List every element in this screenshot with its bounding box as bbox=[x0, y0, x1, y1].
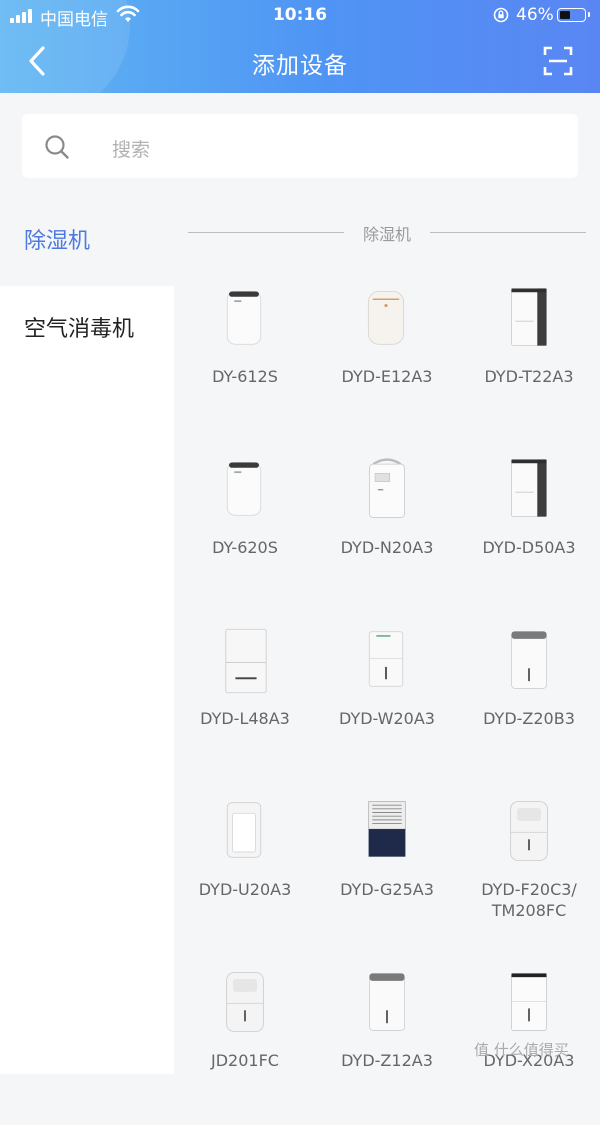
device-model-label: DYD-N20A3 bbox=[340, 538, 434, 557]
device-item[interactable]: JD201FC bbox=[174, 954, 316, 1125]
device-image bbox=[364, 968, 410, 1040]
watermark-logo: 值 什么值得买 bbox=[474, 1041, 569, 1059]
rotation-lock-icon bbox=[493, 7, 509, 23]
device-model-label: DY-612S bbox=[212, 367, 278, 386]
device-image bbox=[506, 455, 552, 527]
section-title: 除湿机 bbox=[362, 225, 411, 244]
battery-percent: 46% bbox=[516, 5, 554, 25]
device-model-label: DYD-U20A3 bbox=[198, 880, 292, 899]
section-header: 除湿机 bbox=[188, 218, 586, 246]
device-item[interactable]: DYD-Z20B3 bbox=[458, 612, 600, 783]
device-model-label: DY-620S bbox=[212, 538, 278, 557]
device-model-label: JD201FC bbox=[211, 1051, 279, 1070]
device-model-label: DYD-D50A3 bbox=[482, 538, 576, 557]
device-model-label: DYD-Z12A3 bbox=[341, 1051, 433, 1070]
device-image bbox=[364, 455, 410, 527]
device-image bbox=[364, 626, 408, 696]
device-model-label: DYD-T22A3 bbox=[484, 367, 574, 386]
clock: 10:16 bbox=[272, 5, 328, 25]
device-image bbox=[222, 455, 266, 525]
device-model-label: DYD-W20A3 bbox=[339, 709, 435, 728]
device-model-label: DYD-Z20B3 bbox=[483, 709, 575, 728]
search-icon bbox=[45, 135, 69, 159]
device-image bbox=[506, 626, 552, 698]
status-bar: 中国电信 10:16 46% bbox=[0, 0, 600, 30]
device-image bbox=[364, 797, 410, 867]
device-item[interactable]: DYD-N20A3 bbox=[316, 441, 458, 612]
device-image bbox=[506, 284, 552, 356]
device-model-label: DYD-G25A3 bbox=[340, 880, 434, 899]
sidebar-item-dehumidifier[interactable]: 除湿机 bbox=[0, 198, 174, 286]
device-image bbox=[506, 797, 552, 869]
device-image bbox=[222, 626, 270, 700]
header-bar: 中国电信 10:16 46% 添加设备 bbox=[0, 0, 600, 93]
sidebar-item-air-sterilizer[interactable]: 空气消毒机 bbox=[0, 286, 174, 374]
category-sidebar: 除湿机 空气消毒机 bbox=[0, 198, 174, 1074]
device-item[interactable]: DYD-L48A3 bbox=[174, 612, 316, 783]
device-image bbox=[222, 284, 266, 354]
device-image bbox=[222, 797, 266, 867]
scan-icon[interactable] bbox=[543, 46, 573, 76]
device-image bbox=[222, 968, 268, 1040]
device-item[interactable]: DYD-U20A3 bbox=[174, 783, 316, 954]
device-item[interactable]: DY-620S bbox=[174, 441, 316, 612]
device-model-label: DYD-E12A3 bbox=[341, 367, 433, 386]
device-model-label: DYD-F20C3/ TM208FC bbox=[481, 880, 577, 920]
device-item[interactable]: DYD-W20A3 bbox=[316, 612, 458, 783]
device-item[interactable]: DYD-E12A3 bbox=[316, 270, 458, 441]
device-item[interactable]: DYD-G25A3 bbox=[316, 783, 458, 954]
device-item[interactable]: DY-612S bbox=[174, 270, 316, 441]
search-input[interactable]: 搜索 bbox=[22, 114, 578, 178]
device-item[interactable]: DYD-F20C3/ TM208FC bbox=[458, 783, 600, 954]
device-image bbox=[364, 284, 408, 354]
page-title: 添加设备 bbox=[252, 53, 348, 79]
device-item[interactable]: DYD-T22A3 bbox=[458, 270, 600, 441]
device-item[interactable]: DYD-Z12A3 bbox=[316, 954, 458, 1125]
device-image bbox=[506, 968, 552, 1040]
device-item[interactable]: DYD-D50A3 bbox=[458, 441, 600, 612]
search-placeholder: 搜索 bbox=[112, 139, 151, 161]
device-model-label: DYD-L48A3 bbox=[200, 709, 290, 728]
battery-icon bbox=[557, 8, 590, 22]
